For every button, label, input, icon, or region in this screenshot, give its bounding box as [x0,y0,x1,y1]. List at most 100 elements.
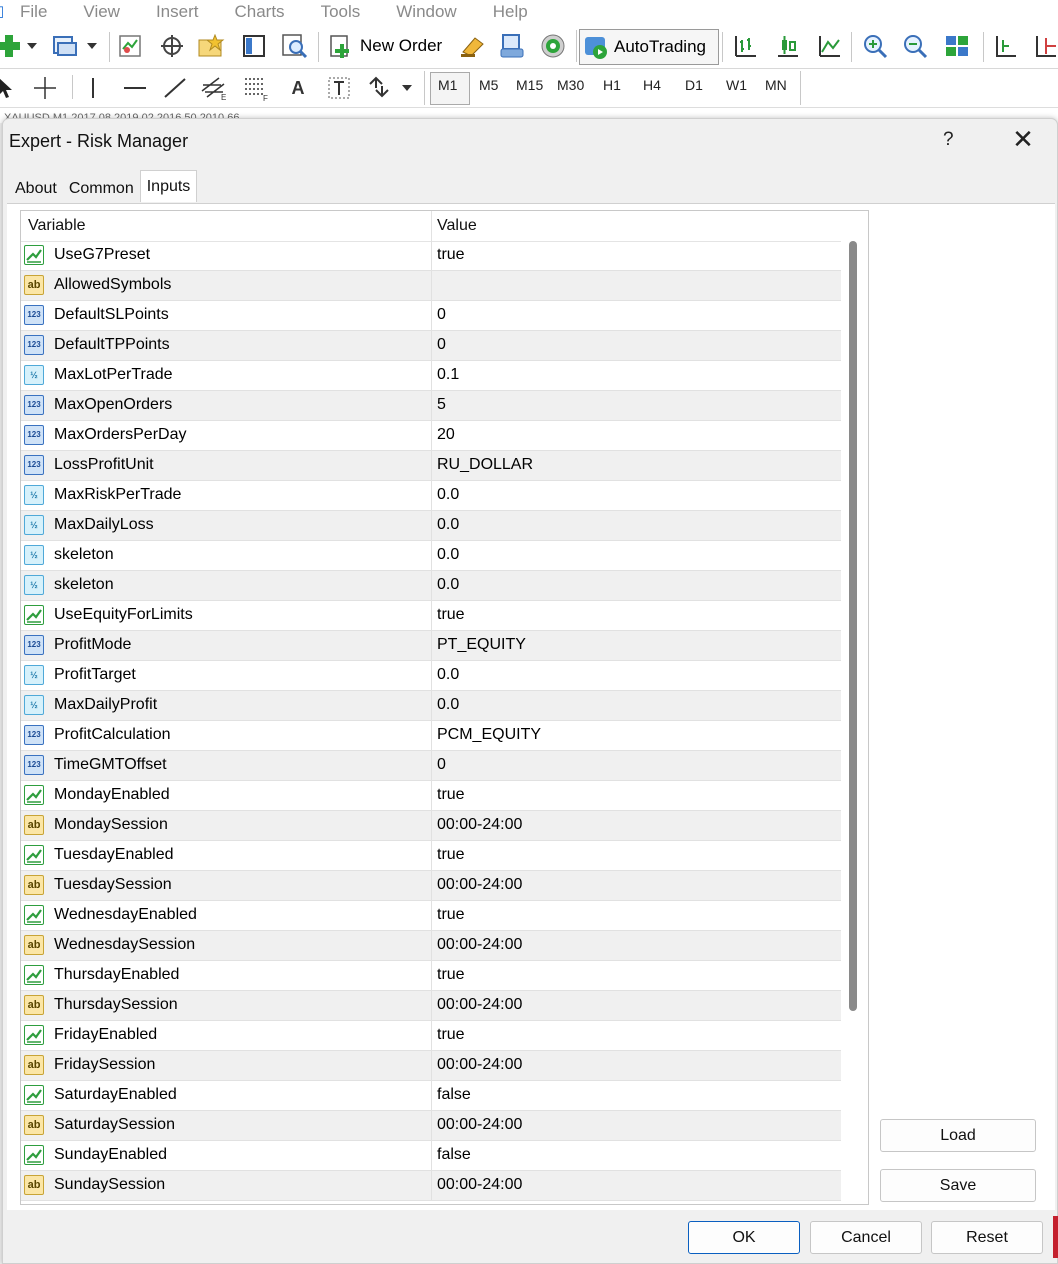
variable-value[interactable]: 0 [437,336,446,354]
menu-view[interactable]: View [83,2,120,22]
line-chart-icon[interactable] [816,31,844,61]
menu-tools[interactable]: Tools [321,2,361,22]
text-label-icon[interactable] [324,73,354,103]
input-row[interactable]: 123 ProfitMode PT_EQUITY [21,631,841,661]
variable-value[interactable]: 00:00-24:00 [437,816,522,834]
variable-value[interactable]: 0.0 [437,546,459,564]
new-chart-icon[interactable] [0,31,22,61]
market-watch-icon[interactable] [116,31,144,61]
variable-value[interactable]: 0.0 [437,666,459,684]
horizontal-line-icon[interactable] [120,73,150,103]
input-row[interactable]: ThursdayEnabled true [21,961,841,991]
timeframe-m15[interactable]: M15 [516,77,543,93]
input-row[interactable]: ½ MaxDailyLoss 0.0 [21,511,841,541]
market-icon[interactable] [538,31,568,61]
autoscroll-icon[interactable] [1034,31,1058,61]
variable-value[interactable]: 0.0 [437,696,459,714]
input-row[interactable]: UseEquityForLimits true [21,601,841,631]
variable-value[interactable]: 0 [437,306,446,324]
variable-value[interactable]: true [437,606,465,624]
input-row[interactable]: FridayEnabled true [21,1021,841,1051]
close-icon[interactable]: ✕ [1009,125,1037,153]
autotrading-button[interactable]: AutoTrading [579,29,719,65]
tab-inputs[interactable]: Inputs [139,170,198,202]
variable-value[interactable]: true [437,786,465,804]
menu-window[interactable]: Window [396,2,456,22]
variable-value[interactable]: false [437,1086,471,1104]
variable-value[interactable]: PT_EQUITY [437,636,526,654]
menu-help[interactable]: Help [493,2,528,22]
bar-chart-icon[interactable] [732,31,760,61]
input-row[interactable]: ½ MaxRiskPerTrade 0.0 [21,481,841,511]
input-row[interactable]: 123 MaxOrdersPerDay 20 [21,421,841,451]
ok-button[interactable]: OK [688,1221,800,1254]
timeframe-d1[interactable]: D1 [685,77,703,93]
variable-value[interactable]: 00:00-24:00 [437,1116,522,1134]
trend-line-icon[interactable] [160,73,190,103]
input-row[interactable]: SaturdayEnabled false [21,1081,841,1111]
navigator-star-icon[interactable] [196,31,226,61]
input-row[interactable]: 123 ProfitCalculation PCM_EQUITY [21,721,841,751]
variable-value[interactable]: PCM_EQUITY [437,726,541,744]
crosshair-icon[interactable] [30,73,60,103]
cursor-arrow-icon[interactable] [0,73,14,103]
column-header-variable[interactable]: Variable [28,217,86,235]
menu-charts[interactable]: Charts [234,2,284,22]
tile-windows-icon[interactable] [942,31,972,61]
tab-about[interactable]: About [9,173,63,203]
variable-value[interactable]: true [437,906,465,924]
timeframe-m5[interactable]: M5 [479,77,498,93]
variable-value[interactable]: 0.0 [437,576,459,594]
new-order-button[interactable]: New Order [328,31,456,61]
variable-value[interactable]: 00:00-24:00 [437,1176,522,1194]
menu-insert[interactable]: Insert [156,2,199,22]
timeframe-mn[interactable]: MN [765,77,787,93]
menu-file[interactable]: File [20,2,47,22]
input-row[interactable]: 123 TimeGMTOffset 0 [21,751,841,781]
timeframe-h1[interactable]: H1 [603,77,621,93]
reset-button[interactable]: Reset [931,1221,1043,1254]
input-row[interactable]: WednesdayEnabled true [21,901,841,931]
profiles-icon[interactable] [50,31,78,61]
timeframe-m30[interactable]: M30 [557,77,584,93]
variable-value[interactable]: 5 [437,396,446,414]
input-row[interactable]: ab MondaySession 00:00-24:00 [21,811,841,841]
shapes-dropdown-icon[interactable] [398,73,416,103]
new-chart-dropdown-icon[interactable] [24,31,40,61]
input-row[interactable]: ab WednesdaySession 00:00-24:00 [21,931,841,961]
input-row[interactable]: ab SaturdaySession 00:00-24:00 [21,1111,841,1141]
profiles-dropdown-icon[interactable] [84,31,100,61]
variable-value[interactable]: false [437,1146,471,1164]
vertical-scrollbar-thumb[interactable] [849,241,857,1011]
column-header-value[interactable]: Value [437,217,477,235]
input-row[interactable]: TuesdayEnabled true [21,841,841,871]
input-row[interactable]: 123 MaxOpenOrders 5 [21,391,841,421]
timeframe-w1[interactable]: W1 [726,77,747,93]
input-row[interactable]: ½ MaxDailyProfit 0.0 [21,691,841,721]
input-row[interactable]: ab FridaySession 00:00-24:00 [21,1051,841,1081]
variable-value[interactable]: true [437,246,465,264]
candlestick-chart-icon[interactable] [774,31,802,61]
zoom-out-icon[interactable] [900,31,930,61]
input-row[interactable]: ab SundaySession 00:00-24:00 [21,1171,841,1201]
terminal-icon[interactable] [240,31,268,61]
equidistant-channel-icon[interactable]: E [198,73,230,103]
crosshair-target-icon[interactable] [158,31,186,61]
vertical-line-icon[interactable] [80,73,106,103]
input-row[interactable]: ab AllowedSymbols [21,271,841,301]
load-button[interactable]: Load [880,1119,1036,1152]
help-button[interactable]: ? [943,129,954,151]
input-row[interactable]: SundayEnabled false [21,1141,841,1171]
tab-common[interactable]: Common [63,173,140,203]
cancel-button[interactable]: Cancel [810,1221,922,1254]
variable-value[interactable]: true [437,846,465,864]
input-row[interactable]: ½ ProfitTarget 0.0 [21,661,841,691]
input-row[interactable]: ½ MaxLotPerTrade 0.1 [21,361,841,391]
variable-value[interactable]: 0.1 [437,366,459,384]
strategy-tester-icon[interactable] [280,31,310,61]
input-row[interactable]: 123 LossProfitUnit RU_DOLLAR [21,451,841,481]
input-row[interactable]: ab ThursdaySession 00:00-24:00 [21,991,841,1021]
zoom-in-icon[interactable] [860,31,890,61]
variable-value[interactable]: RU_DOLLAR [437,456,533,474]
signals-icon[interactable] [498,31,528,61]
